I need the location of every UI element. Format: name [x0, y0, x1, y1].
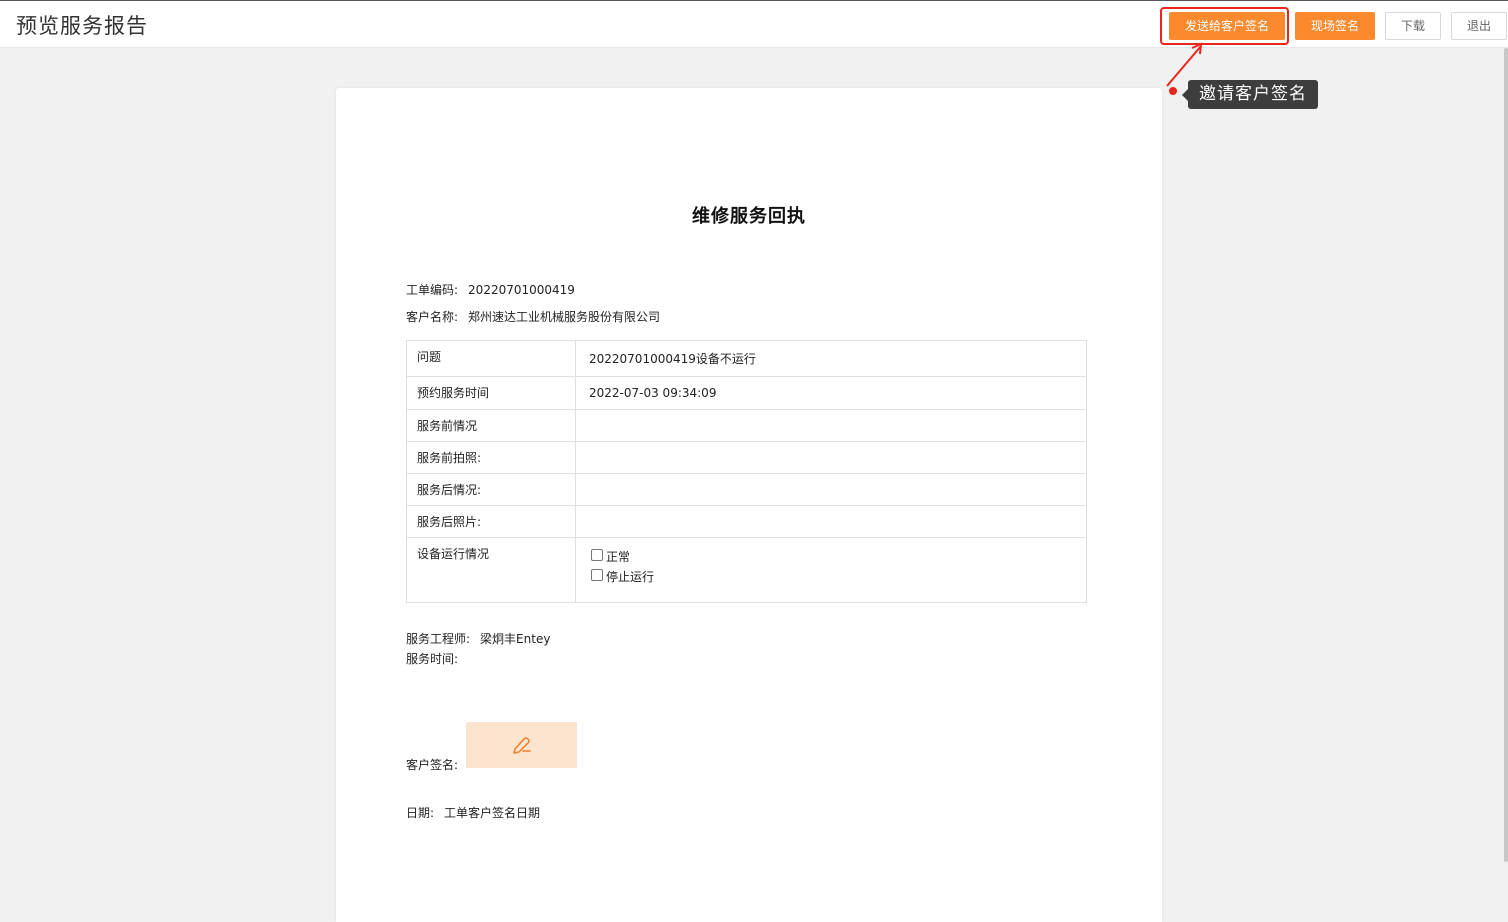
row-value — [575, 441, 1087, 474]
service-time-label: 服务时间: — [406, 652, 459, 666]
customer-name-line: 客户名称: 郑州速达工业机械服务股份有限公司 — [406, 308, 660, 325]
stopped-checkbox[interactable] — [591, 569, 603, 581]
row-value — [575, 409, 1087, 442]
report-table: 问题 20220701000419设备不运行 预约服务时间 2022-07-03… — [406, 340, 1087, 603]
vertical-scrollbar[interactable] — [1504, 48, 1508, 862]
page-title: 预览服务报告 — [16, 14, 148, 38]
option-normal[interactable]: 正常 — [591, 546, 1071, 566]
equipment-status-options: 正常 停止运行 — [575, 537, 1087, 603]
stopped-label: 停止运行 — [606, 569, 655, 584]
customer-name-label: 客户名称: — [406, 310, 459, 324]
service-time-line: 服务时间: — [406, 650, 458, 667]
date-label: 日期: — [406, 806, 435, 820]
onsite-sign-button[interactable]: 现场签名 — [1295, 12, 1375, 40]
row-value: 20220701000419设备不运行 — [575, 340, 1087, 377]
table-row: 设备运行情况 正常 停止运行 — [406, 537, 1087, 603]
row-value — [575, 473, 1087, 506]
engineer-value: 梁炯丰Entey — [480, 632, 551, 646]
annotation-tooltip: 邀请客户签名 — [1182, 80, 1318, 109]
row-label: 服务前情况 — [406, 409, 576, 442]
table-row: 服务后照片: — [406, 505, 1087, 538]
date-value: 工单客户签名日期 — [444, 806, 541, 820]
option-stopped[interactable]: 停止运行 — [591, 566, 1071, 586]
document-title: 维修服务回执 — [692, 206, 806, 227]
engineer-line: 服务工程师: 梁炯丰Entey — [406, 630, 550, 647]
row-label: 服务后照片: — [406, 505, 576, 538]
row-label: 预约服务时间 — [406, 376, 576, 410]
customer-signature-box[interactable] — [466, 722, 577, 768]
row-label: 问题 — [406, 340, 576, 377]
row-value: 2022-07-03 09:34:09 — [575, 376, 1087, 410]
row-value — [575, 505, 1087, 538]
order-number-label: 工单编码: — [406, 283, 459, 297]
row-label: 服务前拍照: — [406, 441, 576, 474]
customer-signature-label: 客户签名: — [406, 758, 459, 772]
table-row: 预约服务时间 2022-07-03 09:34:09 — [406, 376, 1087, 410]
download-button[interactable]: 下载 — [1385, 12, 1441, 40]
table-row: 问题 20220701000419设备不运行 — [406, 340, 1087, 377]
order-number-value: 20220701000419 — [468, 283, 575, 297]
row-label: 设备运行情况 — [406, 537, 576, 603]
annotation-dot — [1169, 87, 1177, 95]
pen-icon — [512, 737, 531, 754]
top-bar: 预览服务报告 发送给客户签名 现场签名 下载 退出 — [0, 0, 1508, 48]
date-line: 日期: 工单客户签名日期 — [406, 804, 540, 821]
normal-label: 正常 — [606, 549, 631, 564]
customer-name-value: 郑州速达工业机械服务股份有限公司 — [468, 310, 661, 324]
table-row: 服务前拍照: — [406, 441, 1087, 474]
order-number-line: 工单编码: 20220701000419 — [406, 281, 575, 298]
row-label: 服务后情况: — [406, 473, 576, 506]
engineer-label: 服务工程师: — [406, 632, 471, 646]
exit-button[interactable]: 退出 — [1451, 12, 1507, 40]
normal-checkbox[interactable] — [591, 549, 603, 561]
report-document: 维修服务回执 工单编码: 20220701000419 客户名称: 郑州速达工业机械… — [336, 88, 1162, 922]
send-to-customer-button[interactable]: 发送给客户签名 — [1169, 12, 1285, 40]
table-row: 服务前情况 — [406, 409, 1087, 442]
table-row: 服务后情况: — [406, 473, 1087, 506]
